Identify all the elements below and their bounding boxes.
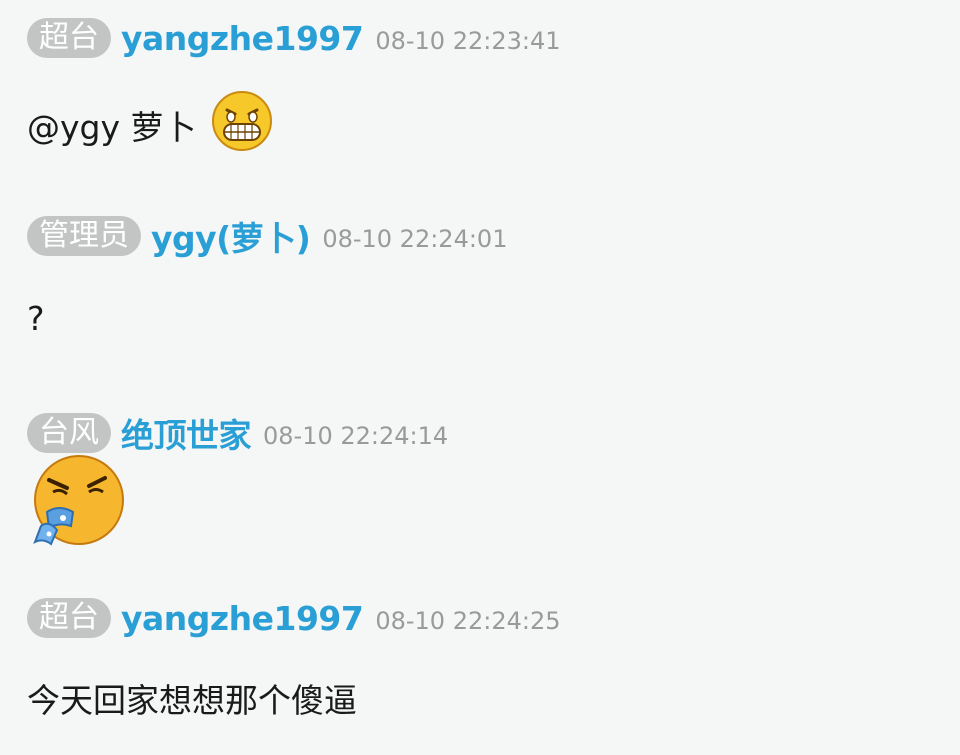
username-link[interactable]: yangzhe1997 [121,599,364,638]
message-text: @ygy 萝卜 [27,108,197,147]
username-link[interactable]: 绝顶世家 [121,409,252,457]
user-rank-badge: 超台 [27,598,111,638]
message-body: 今天回家想想那个傻逼 [27,674,357,722]
user-rank-badge: 超台 [27,18,111,58]
vomit-emoji-icon [27,452,127,560]
user-rank-badge: 台风 [27,413,111,453]
message-timestamp: 08-10 22:23:41 [375,27,561,55]
message-body: @ygy 萝卜 [27,88,273,162]
user-rank-badge: 管理员 [27,216,141,256]
username-link[interactable]: ygy(萝卜) [151,212,311,260]
message-timestamp: 08-10 22:24:25 [375,607,561,635]
message-header: 超台 yangzhe1997 08-10 22:23:41 [27,16,560,60]
message-timestamp: 08-10 22:24:01 [322,225,508,253]
username-link[interactable]: yangzhe1997 [121,19,364,58]
message-text: 今天回家想想那个傻逼 [27,681,357,720]
message-timestamp: 08-10 22:24:14 [263,422,449,450]
message-header: 台风 绝顶世家 08-10 22:24:14 [27,411,448,455]
message-body: ? [27,296,45,340]
grin-emoji-icon [211,90,273,160]
message-header: 超台 yangzhe1997 08-10 22:24:25 [27,596,560,640]
message-header: 管理员 ygy(萝卜) 08-10 22:24:01 [27,214,507,258]
message-text: ? [27,298,45,338]
message-body [27,455,127,556]
